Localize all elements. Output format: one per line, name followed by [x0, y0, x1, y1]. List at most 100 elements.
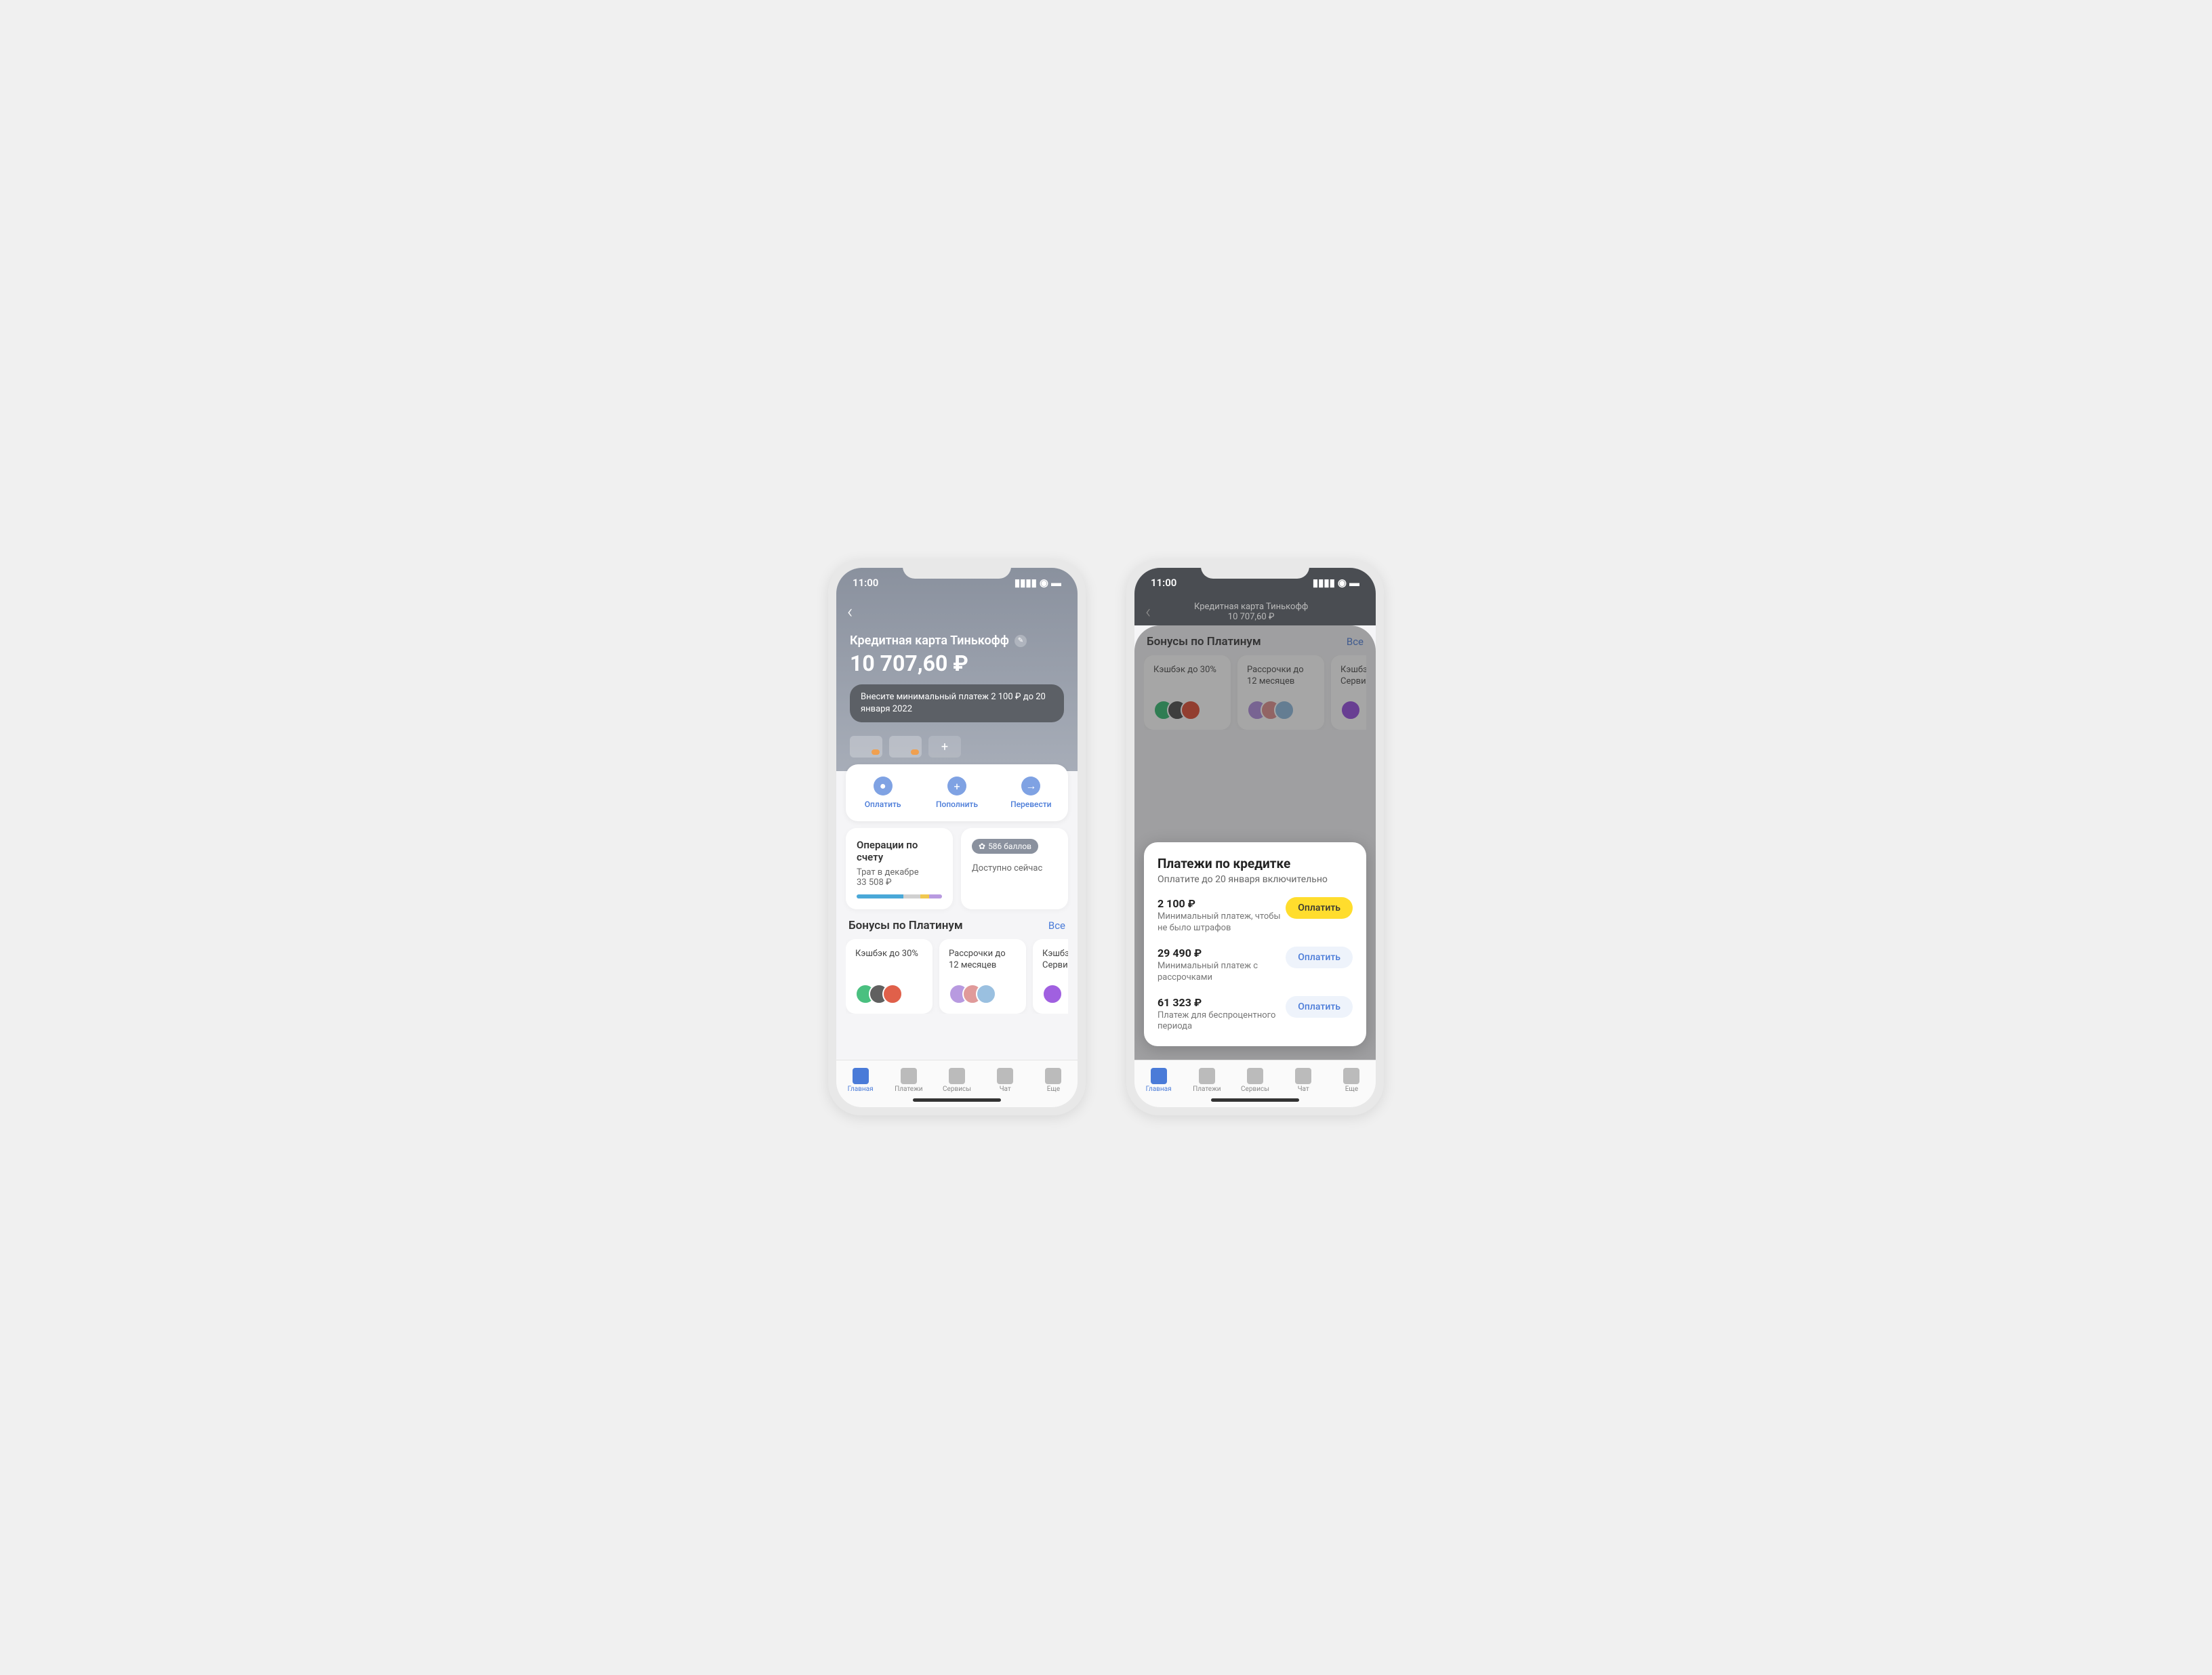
signal-icon: ▮▮▮▮ — [1313, 577, 1335, 589]
modal-subtitle: Оплатите до 20 января включительно — [1158, 874, 1353, 885]
pay-row-grace: 61 323 ₽ Платеж для беспроцентного перио… — [1158, 996, 1353, 1033]
tab-label: Еще — [1047, 1085, 1060, 1093]
spend-progress — [857, 894, 942, 898]
notch — [903, 560, 1011, 579]
wifi-icon: ◉ — [1338, 577, 1347, 589]
tab-label: Сервисы — [1241, 1085, 1269, 1093]
bonus-row[interactable]: Кэшбэк до 30% Рассрочки до 12 месяцев — [846, 939, 1068, 1014]
bonus-icons — [1042, 984, 1068, 1004]
topup-icon: + — [947, 777, 966, 795]
battery-icon: ▬ — [1349, 577, 1359, 589]
screen-right: 11:00 ▮▮▮▮ ◉ ▬ ‹ Кредитная карта Тинькоф… — [1134, 568, 1376, 1107]
card-title: Кредитная карта Тинькофф — [850, 634, 1009, 648]
action-topup-label: Пополнить — [936, 800, 978, 809]
pay-amount: 29 490 ₽ — [1158, 947, 1286, 959]
merchant-icon — [1042, 984, 1063, 1004]
bonus-text: Кэшбэк до 30% — [855, 949, 923, 973]
pay-button-secondary[interactable]: Оплатить — [1286, 996, 1353, 1018]
tab-label: Сервисы — [943, 1085, 971, 1093]
action-transfer-label: Перевести — [1010, 800, 1051, 809]
action-transfer[interactable]: → Перевести — [994, 777, 1068, 809]
bonus-card-cashback[interactable]: Кэшбэк до 30% — [846, 939, 933, 1014]
pay-info: 29 490 ₽ Минимальный платеж с рассрочкам… — [1158, 947, 1286, 984]
points-badge-text: 586 баллов — [988, 842, 1031, 851]
chat-icon — [997, 1068, 1013, 1084]
points-badge: ✿ 586 баллов — [972, 839, 1038, 854]
services-icon — [949, 1068, 965, 1084]
pay-desc: Минимальный платеж с рассрочками — [1158, 961, 1286, 984]
progress-seg-4 — [929, 894, 942, 898]
pay-desc: Минимальный платеж, чтобы не было штрафо… — [1158, 911, 1286, 934]
modal-title: Платежи по кредитке — [1158, 856, 1353, 871]
tab-label: Еще — [1345, 1085, 1358, 1093]
pay-row-min: 2 100 ₽ Минимальный платеж, чтобы не был… — [1158, 897, 1353, 934]
status-time: 11:00 — [1151, 577, 1176, 589]
tab-label: Главная — [1146, 1085, 1172, 1093]
card-title-row: Кредитная карта Тинькофф ✎ — [836, 625, 1078, 648]
bonuses-title: Бонусы по Платинум — [848, 919, 963, 932]
operations-sub1: Трат в декабре — [857, 867, 942, 877]
nav-row: ‹ Кредитная карта Тинькофф 10 707,60 ₽ — [1134, 598, 1376, 625]
wifi-icon: ◉ — [1040, 577, 1048, 589]
back-icon[interactable]: ‹ — [1145, 600, 1151, 623]
bonuses-all-link[interactable]: Все — [1048, 919, 1065, 932]
operations-tile[interactable]: Операции по счету Трат в декабре 33 508 … — [846, 828, 953, 909]
payments-modal: Платежи по кредитке Оплатите до 20 январ… — [1144, 842, 1366, 1046]
notch — [1201, 560, 1309, 579]
pay-desc: Платеж для беспроцентного периода — [1158, 1010, 1286, 1033]
battery-icon: ▬ — [1051, 577, 1061, 589]
status-icons: ▮▮▮▮ ◉ ▬ — [1015, 577, 1061, 589]
progress-seg-2 — [903, 894, 920, 898]
status-icons: ▮▮▮▮ ◉ ▬ — [1313, 577, 1359, 589]
pay-amount: 61 323 ₽ — [1158, 996, 1286, 1009]
back-icon[interactable]: ‹ — [847, 600, 853, 623]
payments-icon — [901, 1068, 917, 1084]
pay-row-installments: 29 490 ₽ Минимальный платеж с рассрочкам… — [1158, 947, 1353, 984]
tab-label: Платежи — [1193, 1085, 1221, 1093]
edit-icon[interactable]: ✎ — [1015, 635, 1027, 647]
home-indicator[interactable] — [1211, 1098, 1299, 1102]
home-indicator[interactable] — [913, 1098, 1001, 1102]
tab-label: Чат — [1000, 1085, 1011, 1093]
signal-icon: ▮▮▮▮ — [1015, 577, 1037, 589]
balance: 10 707,60 ₽ — [836, 648, 1078, 679]
tab-more[interactable]: Еще — [1328, 1060, 1376, 1107]
progress-seg-3 — [920, 894, 929, 898]
screen2-content: Бонусы по Платинум Все Кэшбэк до 30% Рас… — [1134, 625, 1376, 1088]
pay-button-secondary[interactable]: Оплатить — [1286, 947, 1353, 968]
card-thumb-1[interactable] — [850, 736, 882, 758]
action-topup[interactable]: + Пополнить — [920, 777, 994, 809]
phone-right: 11:00 ▮▮▮▮ ◉ ▬ ‹ Кредитная карта Тинькоф… — [1126, 560, 1384, 1115]
nav-row: ‹ — [836, 598, 1078, 625]
header-small-balance: 10 707,60 ₽ — [1151, 612, 1351, 622]
pay-info: 2 100 ₽ Минимальный платеж, чтобы не был… — [1158, 897, 1286, 934]
transfer-icon: → — [1021, 777, 1040, 795]
bonuses-header: Бонусы по Платинум Все — [846, 919, 1068, 939]
points-tile[interactable]: ✿ 586 баллов Доступно сейчас — [961, 828, 1068, 909]
tab-home[interactable]: Главная — [836, 1060, 884, 1107]
tab-label: Платежи — [895, 1085, 922, 1093]
more-icon — [1045, 1068, 1061, 1084]
header-small-title: Кредитная карта Тинькофф — [1151, 602, 1351, 612]
header-center: Кредитная карта Тинькофф 10 707,60 ₽ — [1151, 602, 1351, 622]
bonus-card-installments[interactable]: Рассрочки до 12 месяцев — [939, 939, 1026, 1014]
tiles-row: Операции по счету Трат в декабре 33 508 … — [846, 828, 1068, 909]
pay-button-primary[interactable]: Оплатить — [1286, 897, 1353, 919]
screen-left: 11:00 ▮▮▮▮ ◉ ▬ ‹ Кредитная карта Тинькоф… — [836, 568, 1078, 1107]
chat-icon — [1295, 1068, 1311, 1084]
bonus-card-cashback-2[interactable]: Кэшбэк 50% в Серви — [1033, 939, 1068, 1014]
action-pay-label: Оплатить — [865, 800, 901, 809]
bonus-text: Рассрочки до 12 месяцев — [949, 949, 1017, 973]
pay-info: 61 323 ₽ Платеж для беспроцентного перио… — [1158, 996, 1286, 1033]
add-card-button[interactable]: + — [928, 736, 961, 758]
tab-home[interactable]: Главная — [1134, 1060, 1183, 1107]
tab-more[interactable]: Еще — [1029, 1060, 1078, 1107]
pay-amount: 2 100 ₽ — [1158, 897, 1286, 910]
card-thumb-2[interactable] — [889, 736, 922, 758]
payment-alert[interactable]: Внесите минимальный платеж 2 100 ₽ до 20… — [850, 684, 1064, 722]
content: Операции по счету Трат в декабре 33 508 … — [836, 828, 1078, 1014]
action-pay[interactable]: ● Оплатить — [846, 777, 920, 809]
merchant-icon — [976, 984, 996, 1004]
header: 11:00 ▮▮▮▮ ◉ ▬ ‹ Кредитная карта Тинькоф… — [836, 568, 1078, 771]
operations-sub2: 33 508 ₽ — [857, 877, 942, 888]
